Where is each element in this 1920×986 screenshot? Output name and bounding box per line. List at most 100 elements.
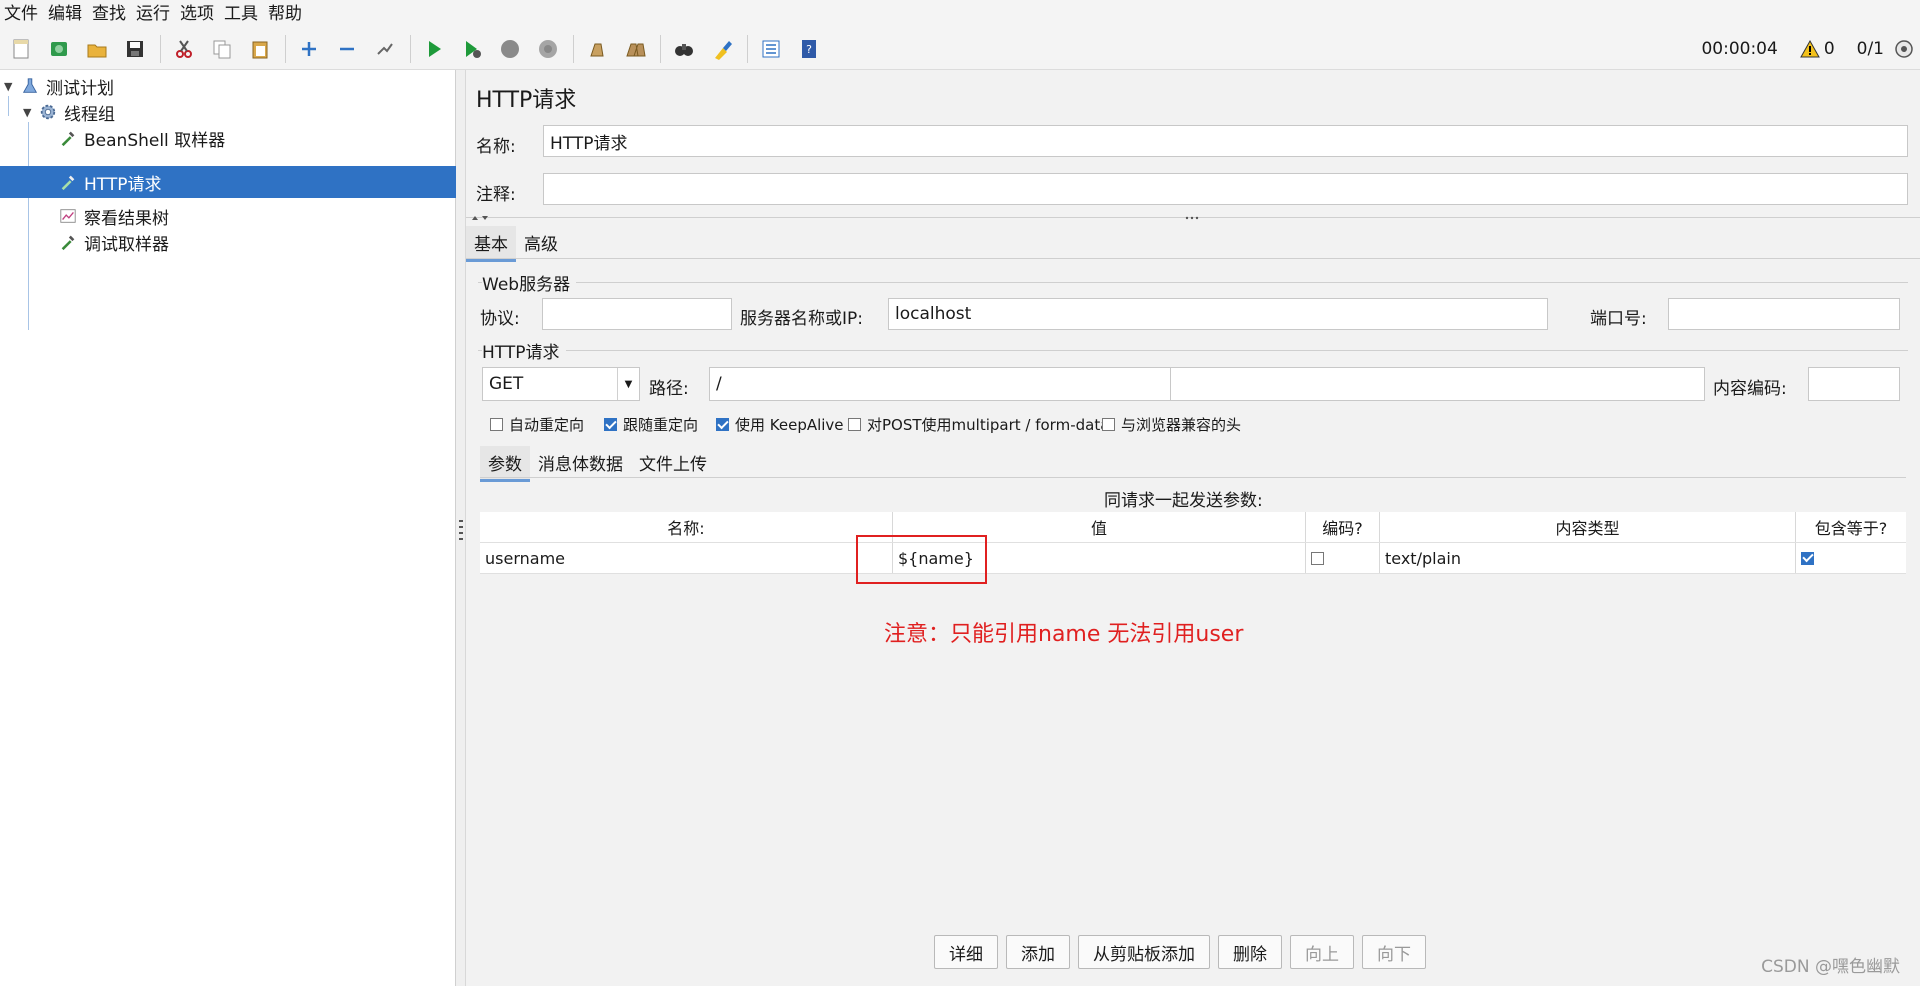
page-title: HTTP请求 [476, 88, 577, 113]
stop-icon[interactable] [495, 34, 525, 64]
toolbar-divider [285, 34, 286, 63]
tree-label: 调试取样器 [84, 234, 169, 255]
move-down-button[interactable]: 向下 [1362, 935, 1426, 969]
checkbox-label: 与浏览器兼容的头 [1121, 416, 1242, 434]
help-icon[interactable]: ? [794, 34, 824, 64]
toggle-icon[interactable] [370, 34, 400, 64]
expand-arrow-icon[interactable]: ▼ [4, 80, 12, 93]
tree-node-beanshell-sampler[interactable]: BeanShell 取样器 [58, 122, 225, 154]
tree-node-http-request[interactable]: HTTP请求 [0, 166, 456, 198]
shutdown-icon[interactable] [533, 34, 563, 64]
column-header-encode[interactable]: 编码? [1306, 512, 1380, 542]
checkbox-box[interactable] [1311, 551, 1324, 565]
tab-basic[interactable]: 基本 [466, 226, 516, 262]
add-from-clipboard-button[interactable]: 从剪贴板添加 [1078, 935, 1210, 969]
copy-icon[interactable] [207, 34, 237, 64]
checkbox-label: 使用 KeepAlive [735, 416, 844, 434]
checkbox-box[interactable] [604, 418, 617, 431]
new-icon[interactable] [6, 34, 36, 64]
name-field[interactable]: HTTP请求 [543, 125, 1908, 157]
clear-all-icon[interactable] [620, 34, 650, 64]
http-request-panel: HTTP请求 名称: HTTP请求 注释: 基本 高级 Web服务器 协议: 服… [466, 70, 1920, 986]
follow-redirect-checkbox[interactable]: 跟随重定向 [604, 414, 698, 435]
svg-text:?: ? [806, 43, 812, 56]
menu-edit[interactable]: 编辑 [48, 0, 82, 28]
detail-button[interactable]: 详细 [934, 935, 998, 969]
param-content-type-cell[interactable]: text/plain [1380, 543, 1796, 573]
menu-run[interactable]: 运行 [136, 0, 170, 28]
param-include-equals-cell[interactable] [1796, 543, 1906, 573]
flask-icon [20, 76, 40, 96]
highlight-box [856, 535, 987, 584]
start-icon[interactable] [419, 34, 449, 64]
checkbox-box[interactable] [1801, 551, 1814, 565]
table-button-row: 详细 添加 从剪贴板添加 删除 向上 向下 [934, 935, 1434, 969]
warning-icon[interactable] [1799, 39, 1820, 59]
menu-bar: 文件 编辑 查找 运行 选项 工具 帮助 [0, 0, 1920, 28]
browser-headers-checkbox[interactable]: 与浏览器兼容的头 [1102, 414, 1241, 435]
cut-icon[interactable] [169, 34, 199, 64]
column-header-name[interactable]: 名称: [480, 512, 893, 542]
checkbox-box[interactable] [848, 418, 861, 431]
test-plan-tree: ▼ 测试计划 ▼ 线程组 BeanShell 取样器 HTTP请求 察看结果树 … [0, 70, 456, 986]
param-name-cell[interactable]: username [480, 543, 893, 573]
function-helper-icon[interactable] [756, 34, 786, 64]
expand-icon[interactable] [294, 34, 324, 64]
tree-label: BeanShell 取样器 [84, 130, 226, 151]
protocol-label: 协议: [480, 309, 520, 329]
keepalive-checkbox[interactable]: 使用 KeepAlive [716, 414, 844, 435]
add-button[interactable]: 添加 [1006, 935, 1070, 969]
tree-node-debug-sampler[interactable]: 调试取样器 [58, 226, 169, 258]
divider [480, 477, 1906, 478]
column-header-content-type[interactable]: 内容类型 [1380, 512, 1796, 542]
param-encode-cell[interactable] [1306, 543, 1380, 573]
splitter-grip[interactable] [459, 520, 463, 540]
menu-options[interactable]: 选项 [180, 0, 214, 28]
server-field[interactable]: localhost [888, 298, 1548, 330]
checkbox-box[interactable] [1102, 418, 1115, 431]
chevron-down-icon[interactable]: ▼ [617, 368, 639, 400]
path-field[interactable]: / [709, 367, 1171, 401]
multipart-checkbox[interactable]: 对POST使用multipart / form-data [848, 414, 1109, 435]
path-field-extension[interactable] [1171, 367, 1705, 401]
comment-field[interactable] [543, 173, 1908, 205]
running-indicator-icon [1895, 40, 1913, 58]
gear-icon [38, 102, 58, 122]
paste-icon[interactable] [245, 34, 275, 64]
save-icon[interactable] [120, 34, 150, 64]
menu-file[interactable]: 文件 [4, 0, 38, 28]
port-field[interactable] [1668, 298, 1900, 330]
search-icon[interactable] [669, 34, 699, 64]
delete-button[interactable]: 删除 [1218, 935, 1282, 969]
toolbar-divider [410, 34, 411, 63]
tab-advanced[interactable]: 高级 [516, 226, 566, 262]
reset-search-icon[interactable] [707, 34, 737, 64]
warning-count: 0 [1823, 39, 1835, 59]
method-select[interactable]: GET ▼ [482, 367, 640, 401]
web-server-title: Web服务器 [482, 270, 577, 295]
checkbox-box[interactable] [490, 418, 503, 431]
drag-handle-icon[interactable] [1185, 216, 1199, 220]
menu-help[interactable]: 帮助 [268, 0, 302, 28]
status-area: 00:00:04 0 0/1 [1701, 28, 1920, 70]
collapse-icon[interactable] [332, 34, 362, 64]
auto-redirect-checkbox[interactable]: 自动重定向 [490, 414, 584, 435]
toolbar: ? 00:00:04 0 0/1 [0, 28, 1920, 70]
encoding-field[interactable] [1808, 367, 1900, 401]
column-header-include-equals[interactable]: 包含等于? [1796, 512, 1906, 542]
templates-icon[interactable] [44, 34, 74, 64]
menu-search[interactable]: 查找 [92, 0, 126, 28]
table-row[interactable]: username ${name} text/plain [480, 543, 1906, 574]
open-icon[interactable] [82, 34, 112, 64]
menu-tools[interactable]: 工具 [224, 0, 258, 28]
collapse-arrows-icon[interactable] [470, 214, 490, 222]
splitter[interactable] [456, 70, 466, 986]
clear-icon[interactable] [582, 34, 612, 64]
protocol-field[interactable] [542, 298, 732, 330]
toolbar-divider [160, 34, 161, 63]
move-up-button[interactable]: 向上 [1290, 935, 1354, 969]
params-caption: 同请求一起发送参数: [1104, 491, 1263, 511]
expand-arrow-icon[interactable]: ▼ [23, 106, 31, 119]
checkbox-box[interactable] [716, 418, 729, 431]
start-no-pause-icon[interactable] [457, 34, 487, 64]
